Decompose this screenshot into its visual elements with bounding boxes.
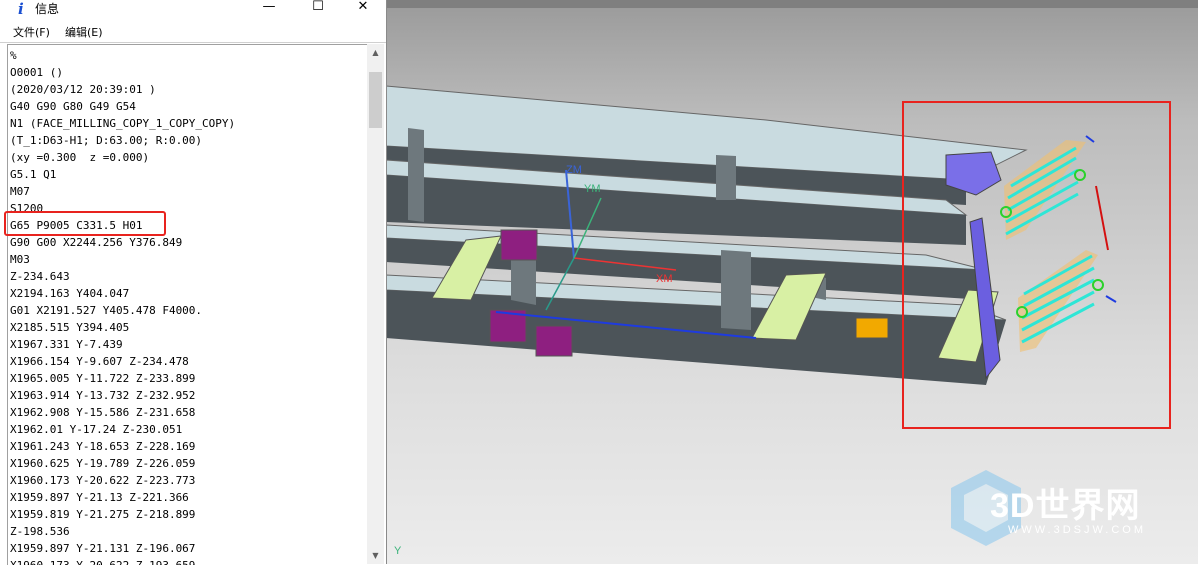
tool-marker: [1105, 295, 1117, 303]
window-title: 信息: [35, 2, 60, 16]
tool-marker: [1085, 135, 1095, 143]
orange-block: [855, 317, 889, 339]
cross-member: [716, 155, 736, 200]
menu-edit[interactable]: 编辑(E): [65, 24, 103, 40]
nc-code-line: %: [10, 49, 17, 62]
scroll-up-arrow-icon[interactable]: ▲: [367, 44, 384, 61]
nc-code-line: X1962.908 Y-15.586 Z-231.658: [10, 406, 196, 419]
nc-code-line: (xy =0.300 z =0.000): [10, 151, 150, 164]
nc-code-line: O0001 (): [10, 66, 63, 79]
nc-code-line: X1959.897 Y-21.131 Z-196.067: [10, 542, 196, 555]
nc-code-line: X1967.331 Y-7.439: [10, 338, 123, 351]
nc-code-line: X1965.005 Y-11.722 Z-233.899: [10, 372, 196, 385]
vertical-scrollbar[interactable]: ▲ ▼: [367, 44, 384, 564]
nc-code-line: X1961.243 Y-18.653 Z-228.169: [10, 440, 196, 453]
nc-code-line: M07: [10, 185, 30, 198]
nc-code-line: X1962.01 Y-17.24 Z-230.051: [10, 423, 183, 436]
nc-code-line: (T_1:D63-H1; D:63.00; R:0.00): [10, 134, 203, 147]
nc-code-line: X2194.163 Y404.047: [10, 287, 130, 300]
nc-code-line: X1966.154 Y-9.607 Z-234.478: [10, 355, 189, 368]
axis-label-xm: XM: [656, 273, 673, 285]
nc-code-line: X1959.897 Y-21.13 Z-221.366: [10, 491, 189, 504]
nc-code-line: X2185.515 Y394.405: [10, 321, 130, 334]
scroll-thumb[interactable]: [369, 72, 382, 128]
close-button[interactable]: ✕: [340, 0, 386, 18]
maximize-button[interactable]: ☐: [295, 0, 341, 18]
nc-code-line: N1 (FACE_MILLING_COPY_1_COPY_COPY): [10, 117, 236, 130]
nc-code-line: G90 G00 X2244.256 Y376.849: [10, 236, 183, 249]
axis-label-y: Y: [394, 545, 402, 557]
viewport-top-band: [386, 0, 1198, 8]
menu-bar: 文件(F) 编辑(E): [0, 20, 386, 43]
minimize-button[interactable]: —: [246, 0, 292, 18]
nc-code-line: G5.1 Q1: [10, 168, 57, 181]
clamp-block: [535, 325, 573, 357]
nc-code-line: G40 G90 G80 G49 G54: [10, 100, 136, 113]
nc-code-line: Z-234.643: [10, 270, 70, 283]
menu-file[interactable]: 文件(F): [13, 24, 50, 40]
highlight-box-code: [4, 211, 166, 236]
clamp-block: [500, 229, 538, 261]
toolpath-pattern-lower: [1016, 250, 1104, 352]
cross-member: [721, 250, 751, 330]
axis-label-ym: YM: [584, 183, 601, 195]
nc-code-line: X1963.914 Y-13.732 Z-232.952: [10, 389, 196, 402]
title-bar[interactable]: i 信息 — ☐ ✕: [0, 0, 386, 20]
info-icon: i: [18, 0, 24, 18]
nc-code-text[interactable]: % O0001 () (2020/03/12 20:39:01 ) G40 G90 G…: [7, 44, 368, 565]
scroll-down-arrow-icon[interactable]: ▼: [367, 547, 384, 564]
axis-label-zm: ZM: [566, 164, 582, 176]
cross-member: [408, 128, 424, 222]
nc-code-line: M03: [10, 253, 30, 266]
link-move: [1095, 185, 1109, 251]
nc-code-line: G01 X2191.527 Y405.478 F4000.: [10, 304, 203, 317]
nc-code-line: X1960.625 Y-19.789 Z-226.059: [10, 457, 196, 470]
nc-code-line: (2020/03/12 20:39:01 ): [10, 83, 156, 96]
nc-code-line: X1960.173 Y-20.622 Z-223.773: [10, 474, 196, 487]
watermark-url: WWW.3DSJW.COM: [1008, 524, 1146, 536]
info-dialog: i 信息 — ☐ ✕ 文件(F) 编辑(E) % O0001 () (2020/03…: [0, 0, 387, 565]
nc-code-line: Z-198.536: [10, 525, 70, 538]
nc-code-line: X1959.819 Y-21.275 Z-218.899: [10, 508, 196, 521]
watermark-title: 3D世界网: [990, 487, 1141, 525]
